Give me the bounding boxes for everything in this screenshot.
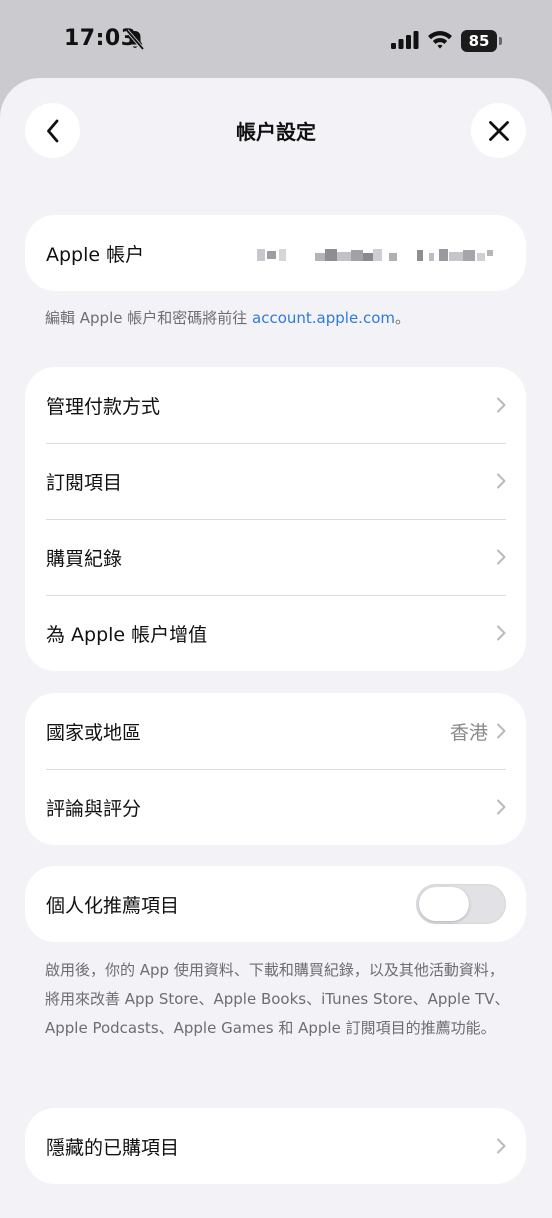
purchase-history-label: 購買紀錄: [46, 547, 123, 570]
ratings-reviews-label: 評論與評分: [46, 797, 142, 820]
chevron-right-icon: [497, 723, 506, 739]
manage-payment-row[interactable]: 管理付款方式: [25, 367, 526, 443]
account-footnote-text: 編輯 Apple 帳户和密碼將前往: [45, 309, 253, 327]
status-bar: 17:03 85: [0, 0, 552, 80]
chevron-right-icon: [497, 397, 506, 413]
manage-payment-label: 管理付款方式: [46, 395, 161, 418]
personalization-toggle[interactable]: [416, 884, 506, 924]
add-funds-label: 為 Apple 帳户增值: [46, 623, 208, 646]
personalization-label: 個人化推薦項目: [46, 894, 180, 917]
close-icon: [488, 120, 509, 141]
add-funds-row[interactable]: 為 Apple 帳户增值: [25, 595, 526, 671]
account-card: Apple 帳户: [25, 215, 526, 291]
hidden-purchases-card: 隱藏的已購項目: [25, 1108, 526, 1184]
chevron-right-icon: [497, 549, 506, 565]
chevron-right-icon: [497, 473, 506, 489]
account-apple-link[interactable]: account.apple.com: [252, 309, 395, 327]
personalization-row: 個人化推薦項目: [25, 866, 526, 942]
hidden-purchases-label: 隱藏的已購項目: [46, 1136, 180, 1159]
account-footnote-end: 。: [394, 309, 410, 327]
personalization-card: 個人化推薦項目: [25, 866, 526, 942]
subscriptions-row[interactable]: 訂閱項目: [25, 443, 526, 519]
account-footnote: 編輯 Apple 帳户和密碼將前往 account.apple.com。: [45, 304, 515, 333]
page-title: 帳户設定: [236, 120, 316, 144]
country-region-row[interactable]: 國家或地區 香港: [25, 693, 526, 769]
chevron-right-icon: [497, 799, 506, 815]
hidden-purchases-row[interactable]: 隱藏的已購項目: [25, 1108, 526, 1184]
masked-account-id: [257, 249, 493, 261]
account-row[interactable]: Apple 帳户: [25, 215, 526, 291]
toggle-knob: [419, 887, 469, 921]
chevron-right-icon: [497, 1138, 506, 1154]
battery-level: 85: [461, 30, 497, 52]
chevron-right-icon: [497, 625, 506, 641]
cellular-signal-icon: [391, 31, 419, 49]
close-button[interactable]: [471, 103, 526, 158]
purchase-history-row[interactable]: 購買紀錄: [25, 519, 526, 595]
battery-icon: 85: [461, 30, 503, 52]
subscriptions-label: 訂閱項目: [46, 471, 123, 494]
battery-cap: [499, 37, 502, 45]
wifi-icon: [428, 31, 452, 49]
billing-group: 管理付款方式 訂閱項目 購買紀錄 為 Apple 帳户增值: [25, 367, 526, 671]
ratings-reviews-row[interactable]: 評論與評分: [25, 769, 526, 845]
country-region-value: 香港: [449, 721, 488, 744]
region-group: 國家或地區 香港 評論與評分: [25, 693, 526, 845]
personalization-footnote: 啟用後，你的 App 使用資料、下載和購買紀錄，以及其他活動資料，將用來改善 A…: [45, 961, 510, 1037]
bell-slash-icon: [125, 29, 145, 51]
country-region-label: 國家或地區: [46, 721, 142, 744]
account-settings-sheet: 帳户設定 Apple 帳户 編輯 Apple 帳户和密碼將前往 account.…: [0, 78, 552, 1218]
